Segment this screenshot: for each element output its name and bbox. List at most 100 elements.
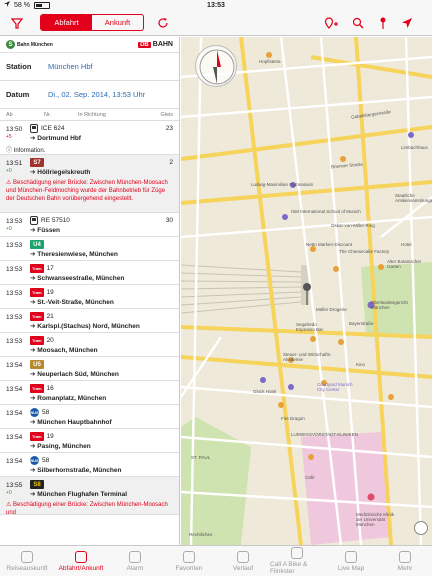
tram-icon: Tram: [30, 288, 44, 297]
map-label: Alter Botanischer Garten: [387, 259, 422, 269]
status-bar: iPad 13:53 58 %: [0, 0, 432, 545]
tab-reiseauskunft[interactable]: Reiseauskunft: [0, 546, 54, 576]
line-number: 58: [42, 457, 50, 464]
departure-row[interactable]: 13:53 U4 ➔ Theresienwiese, München: [0, 237, 179, 261]
map-view[interactable]: Hopfisteria Gabelsbergerstraße Brienner …: [181, 37, 432, 545]
tab-abfahrt[interactable]: Abfahrt: [41, 15, 92, 30]
tab-alarm[interactable]: Alarm: [108, 546, 162, 576]
line-number: 19: [46, 433, 54, 440]
tab-label: Mehr: [397, 564, 413, 572]
line-info: BUS 58: [30, 456, 49, 465]
departure-row[interactable]: 13:54 BUS 58 ➔ Silberhornstraße, München: [0, 453, 179, 477]
map-label: Kino: [356, 362, 366, 367]
tab-ankunft[interactable]: Ankunft: [92, 15, 143, 30]
departure-row[interactable]: 13:54 Tram 19 ➔ Pasing, München: [0, 429, 179, 453]
line-badge: S8: [30, 480, 44, 489]
tab-label: Verlauf: [232, 564, 254, 572]
map-label: Fire Dragon: [281, 416, 305, 421]
tab-label: Alarm: [126, 564, 144, 572]
pin-icon[interactable]: [376, 16, 390, 30]
departure-row[interactable]: 13:55 +0 S8 ➔ München Flughafen Terminal ⚠ B…: [0, 477, 179, 516]
map-curl-icon[interactable]: [414, 521, 428, 535]
disruption-warning: ⚠ Beschädigung einer Brücke: Zwischen Mü…: [6, 180, 168, 202]
tab-call-a-bike-flinkster[interactable]: Call A Bike & Flinkster: [270, 546, 324, 576]
bike-icon: [291, 547, 303, 559]
warning-icon: ⚠: [6, 502, 14, 508]
warning-icon: ⚠: [6, 180, 14, 186]
departure-destination: ➔ Dortmund Hbf: [30, 135, 81, 142]
departure-time: 13:54: [6, 410, 23, 417]
line-badge: U5: [30, 360, 44, 369]
departure-time: 13:53: [6, 290, 23, 297]
line-info: Tram 21: [30, 312, 54, 321]
refresh-icon[interactable]: [156, 16, 170, 30]
line-info: Tram 19: [30, 288, 54, 297]
departure-row[interactable]: 13:53 Tram 21 ➔ Karlspl.(Stachus) Nord, Mün…: [0, 309, 179, 333]
map-legal-link[interactable]: Rechtliches: [189, 532, 212, 537]
departures-column-header: Ab Nr. In Richtung Gleis: [0, 109, 179, 121]
departure-row[interactable]: 13:50 +5 ICE 624 ➔ Dortmund Hbf 23 ⓘ Informat…: [0, 121, 179, 155]
map-label: LUDWIGSVORSTADT-KLINIKEN: [291, 432, 358, 437]
line-badge: U4: [30, 240, 44, 249]
line-info: ICE 624: [30, 124, 65, 133]
departure-row[interactable]: 13:54 BUS 58 ➔ München Hauptbahnhof: [0, 405, 179, 429]
map-label: Courtyard Munich City Center: [317, 382, 353, 392]
datum-field[interactable]: Datum Di., 02. Sep. 2014, 13:53 Uhr: [0, 81, 179, 109]
line-badge: S7: [30, 158, 44, 167]
departure-row[interactable]: 13:54 U5 ➔ Neuperlach Süd, München: [0, 357, 179, 381]
map-label: Müller Drogerie: [316, 307, 347, 312]
departure-destination: ➔ Theresienwiese, München: [30, 251, 118, 258]
map-label: Bayerstraße: [349, 321, 374, 326]
search-icon[interactable]: [351, 16, 365, 30]
tab-abfahrt-ankunft[interactable]: Abfahrt/Ankunft: [54, 546, 108, 576]
departure-time: 13:53: [6, 314, 23, 321]
departure-row[interactable]: 13:53 Tram 17 ➔ Schwanseestraße, München: [0, 261, 179, 285]
departure-destination: ➔ Karlspl.(Stachus) Nord, München: [30, 323, 140, 330]
departure-gleis: 2: [169, 159, 173, 166]
filter-icon[interactable]: [10, 16, 24, 30]
station-label: Station: [6, 62, 32, 71]
departure-row[interactable]: 13:54 Tram 16 ➔ Romanplatz, München: [0, 381, 179, 405]
departures-panel: S Bahn München DB BAHN Station München H…: [0, 37, 180, 545]
line-number: 20: [46, 337, 54, 344]
compass-icon[interactable]: [195, 45, 237, 87]
departure-arrival-toggle[interactable]: Abfahrt Ankunft: [40, 14, 144, 31]
departure-row[interactable]: 13:53 Tram 20 ➔ Moosach, München: [0, 333, 179, 357]
info-icon: ⓘ: [6, 148, 14, 154]
datum-value[interactable]: Di., 02. Sep. 2014, 13:53 Uhr: [48, 90, 145, 99]
tab-favoriten[interactable]: Favoriten: [162, 546, 216, 576]
locate-me-icon[interactable]: [400, 16, 414, 30]
departure-time: 13:53: [6, 338, 23, 345]
departure-row[interactable]: 13:53 Tram 19 ➔ St.-Veit-Straße, München: [0, 285, 179, 309]
departure-time: 13:53: [6, 266, 23, 273]
add-location-icon[interactable]: [324, 16, 338, 30]
tab-verlauf[interactable]: Verlauf: [216, 546, 270, 576]
departure-gleis: 30: [165, 217, 173, 224]
map-label: Segafredo Espresso Bar: [296, 322, 324, 332]
line-number: 19: [46, 289, 54, 296]
tab-live-map[interactable]: Live Map: [324, 546, 378, 576]
departure-row[interactable]: 13:51 +0 S7 ➔ Höllriegelskreuth 2 ⚠ Beschädig…: [0, 155, 179, 213]
alarm-icon: [129, 550, 141, 563]
departure-destination: ➔ München Flughafen Terminal: [30, 491, 128, 498]
departure-time: 13:54: [6, 458, 23, 465]
departure-time: 13:54: [6, 362, 23, 369]
search-icon: [21, 550, 33, 563]
map-roads: [181, 37, 432, 545]
line-info: S8: [30, 480, 44, 489]
departure-time: 13:51: [6, 160, 23, 167]
col-nr: Nr.: [44, 111, 52, 118]
battery-icon: [33, 1, 50, 9]
location-icon: [4, 1, 10, 9]
departure-row[interactable]: 13:53 +0 RE 57510 ➔ Füssen 30: [0, 213, 179, 237]
station-field[interactable]: Station München Hbf: [0, 53, 179, 81]
map-label: ISM International School of Munich: [291, 209, 361, 214]
col-richtung: In Richtung: [78, 111, 106, 118]
tab-mehr[interactable]: Mehr: [378, 546, 432, 576]
departure-time: 13:50: [6, 126, 23, 133]
departure-time: 13:54: [6, 386, 23, 393]
brand-header: S Bahn München DB BAHN: [0, 37, 179, 53]
station-value[interactable]: München Hbf: [48, 62, 93, 71]
db-bahn-logo: DB BAHN: [138, 41, 173, 48]
sbahn-s-icon: S: [6, 40, 15, 49]
